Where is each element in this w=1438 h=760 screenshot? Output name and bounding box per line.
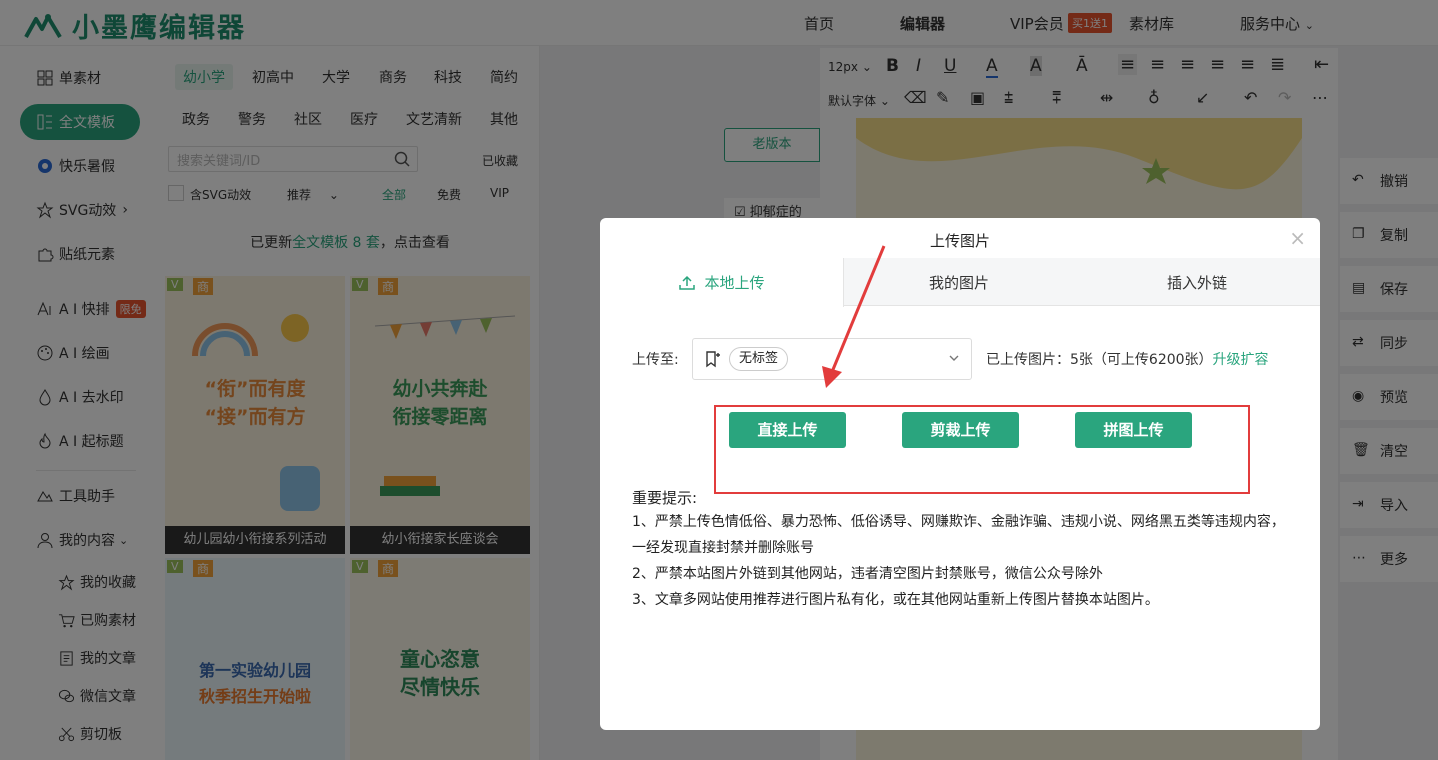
dialog-title: 上传图片	[929, 232, 990, 250]
direct-upload-button[interactable]: 直接上传	[729, 412, 846, 448]
notice-line-3: 3、文章多网站使用推荐进行图片私有化，或在其他网站重新上传图片替换本站图片。	[632, 592, 1159, 608]
upload-quota: 已上传图片：5张（可上传6200张）升级扩容	[986, 349, 1269, 369]
upload-image-dialog: 上传图片 × 本地上传 我的图片 插入外链 上传至: 无标签 已上传图片：5张（…	[600, 218, 1320, 730]
tab-external-link[interactable]: 插入外链	[1074, 258, 1320, 306]
crop-upload-button[interactable]: 剪裁上传	[902, 412, 1019, 448]
collage-upload-button[interactable]: 拼图上传	[1075, 412, 1192, 448]
close-icon[interactable]: ×	[1289, 228, 1306, 248]
upload-tag-select[interactable]: 无标签	[692, 338, 972, 380]
upgrade-link[interactable]: 升级扩容	[1213, 352, 1269, 368]
chevron-down-icon	[949, 355, 959, 361]
notice-title: 重要提示:	[632, 489, 698, 507]
tab-my-images[interactable]: 我的图片	[844, 258, 1074, 306]
tag-chip[interactable]: 无标签	[729, 347, 789, 371]
quota-text: 已上传图片：5张（可上传6200张）	[986, 352, 1213, 368]
upload-icon	[679, 275, 696, 290]
dialog-tabs: 本地上传 我的图片 插入外链	[600, 258, 1320, 307]
tab-external-link-label: 插入外链	[1166, 273, 1227, 292]
tab-my-images-label: 我的图片	[928, 273, 989, 292]
notice-line-1: 1、严禁上传色情低俗、暴力恐怖、低俗诱导、网赚欺诈、金融诈骗、违规小说、网络黑五…	[632, 514, 1285, 556]
tab-local-upload-label: 本地上传	[704, 274, 765, 292]
bookmark-icon	[706, 351, 720, 368]
notice-line-2: 2、严禁本站图片外链到其他网站，违者清空图片封禁账号，微信公众号除外	[632, 566, 1103, 582]
tab-local-upload[interactable]: 本地上传	[600, 258, 844, 307]
upload-to-label: 上传至:	[632, 352, 679, 368]
